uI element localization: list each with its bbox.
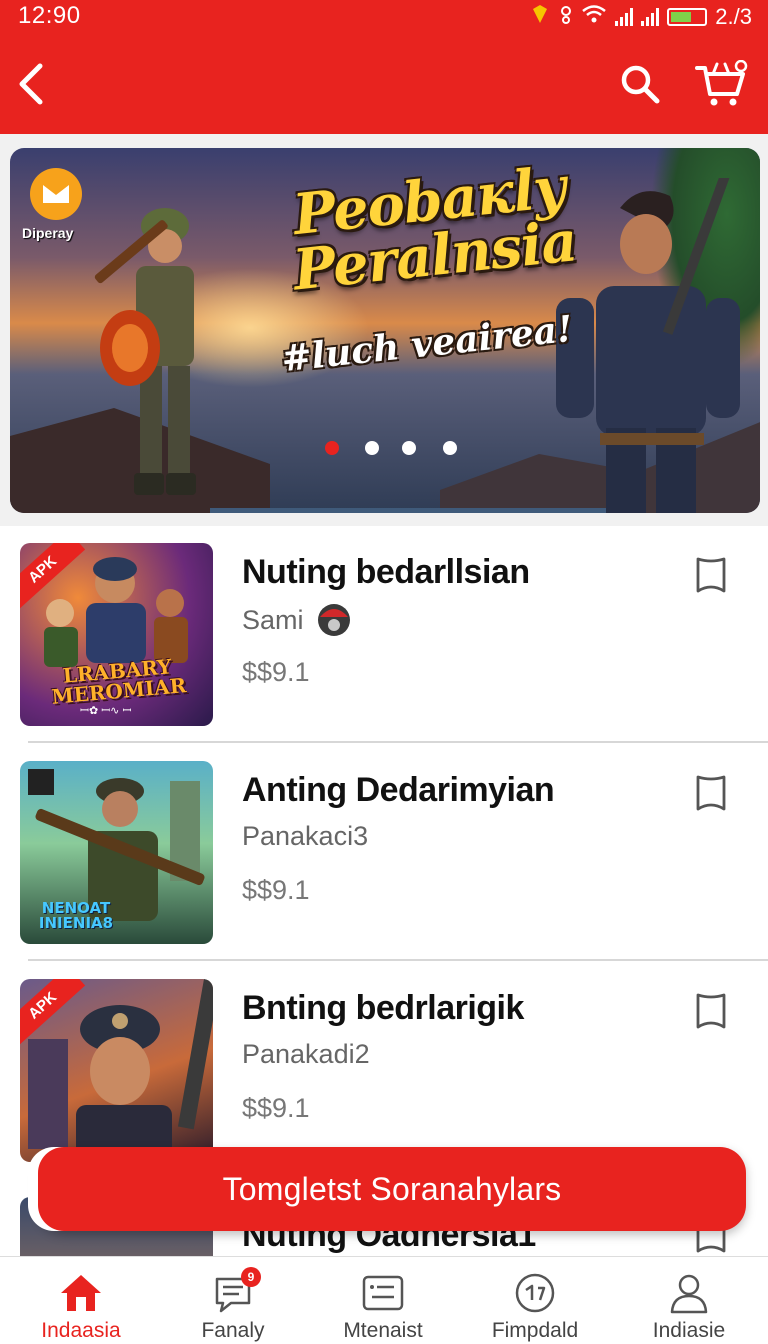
- battery-text: 2./3: [715, 4, 752, 29]
- tab-profile[interactable]: Indiasie: [612, 1257, 766, 1344]
- bookmark-icon: [696, 557, 726, 593]
- item-price: $$9.1: [242, 1093, 310, 1123]
- bookmark-button[interactable]: [688, 988, 734, 1034]
- notification-badge: 9: [241, 1267, 261, 1287]
- list-item[interactable]: NENOAT INIENIA8 Anting Dedarimyian Panak…: [0, 744, 768, 962]
- tab-feed[interactable]: 9 Fanaly: [156, 1257, 310, 1344]
- tab-label: Indaasia: [41, 1319, 121, 1342]
- publisher-avatar-icon: [318, 604, 351, 636]
- list-icon: [361, 1271, 405, 1315]
- thumbnail-caption: ꟷ✿ ꟷ∿ ꟷ: [80, 705, 132, 717]
- item-title[interactable]: Anting Dedarimyian: [242, 771, 555, 810]
- bookmark-button[interactable]: [688, 770, 734, 816]
- tab-explore[interactable]: Fimpdald: [458, 1257, 612, 1344]
- carousel-dot[interactable]: [402, 441, 416, 455]
- primary-cta-button[interactable]: Tomgletst Soranahylars: [38, 1147, 746, 1231]
- item-subtitle: Sami: [242, 603, 351, 637]
- list-item[interactable]: APK LRABARY MEROMIAR ꟷ✿ ꟷ∿ ꟷ Nuting beda…: [0, 526, 768, 744]
- bookmark-icon: [696, 993, 726, 1029]
- badge-label: Diperay: [22, 225, 74, 241]
- item-subtitle: Panakaci3: [242, 821, 369, 851]
- item-publisher: Sami: [242, 605, 304, 635]
- back-button[interactable]: [2, 54, 62, 114]
- item-price: $$9.1: [242, 657, 310, 687]
- feed-icon: 9: [211, 1267, 261, 1315]
- item-title[interactable]: Nuting bedarllsian: [242, 553, 530, 592]
- cart-icon: [695, 60, 748, 106]
- tab-label: Fimpdald: [491, 1319, 579, 1342]
- item-title[interactable]: Bnting bedrlarigik: [242, 989, 524, 1028]
- item-subtitle: Panakadi2: [242, 1039, 370, 1069]
- divider: [28, 741, 768, 743]
- banner-character-guitarist: [94, 208, 196, 495]
- back-arrow-icon: [19, 63, 43, 105]
- notification-icon: [529, 3, 551, 31]
- status-time: 12:90: [18, 2, 81, 29]
- search-button[interactable]: [610, 54, 670, 114]
- tab-label: Fanaly: [201, 1319, 265, 1342]
- publisher-logo: [28, 769, 54, 795]
- carousel-dot[interactable]: [365, 441, 379, 455]
- wifi-icon: [581, 4, 607, 30]
- app-header: 12:90 2./3: [0, 0, 768, 134]
- alarm-icon: [559, 3, 573, 31]
- signal-icon: [615, 8, 634, 26]
- status-bar: 12:90 2./3: [0, 0, 768, 32]
- item-thumbnail: APK: [20, 979, 213, 1162]
- battery-icon: [667, 8, 708, 26]
- home-icon: [59, 1271, 103, 1315]
- brand-badge-icon: [30, 168, 82, 220]
- item-thumbnail: APK LRABARY MEROMIAR ꟷ✿ ꟷ∿ ꟷ: [20, 543, 213, 726]
- status-icons: 2./3: [529, 3, 752, 31]
- item-price: $$9.1: [242, 875, 310, 905]
- tab-list[interactable]: Mtenaist: [306, 1257, 460, 1344]
- tab-label: Indiasie: [652, 1319, 726, 1342]
- explore-icon: [513, 1271, 557, 1315]
- bookmark-icon: [696, 775, 726, 811]
- divider: [28, 959, 768, 961]
- thumbnail-title: NENOAT INIENIA8: [38, 899, 114, 932]
- cart-button[interactable]: [692, 54, 752, 114]
- bottom-nav: Indaasia 9 Fanaly Mtenaist Fimpdald Indi…: [0, 1256, 768, 1344]
- promo-banner[interactable]: Diperay Peobaкly Peralnsia #luch veairea…: [10, 148, 760, 513]
- bookmark-button[interactable]: [688, 552, 734, 598]
- tab-home[interactable]: Indaasia: [4, 1257, 158, 1344]
- tab-label: Mtenaist: [343, 1319, 423, 1342]
- search-icon: [621, 65, 660, 104]
- profile-icon: [667, 1271, 711, 1315]
- signal-icon-2: [641, 8, 660, 26]
- carousel-dot[interactable]: [443, 441, 457, 455]
- carousel-dot[interactable]: [325, 441, 339, 455]
- item-thumbnail: NENOAT INIENIA8: [20, 761, 213, 944]
